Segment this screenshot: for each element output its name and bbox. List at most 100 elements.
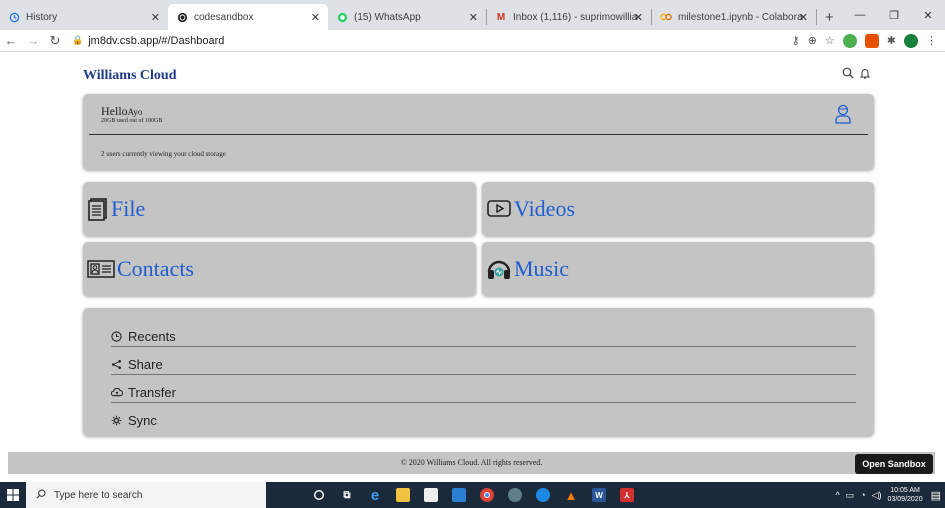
close-window-icon[interactable]: ✕ — [911, 9, 945, 22]
tile-label: Videos — [514, 196, 576, 221]
contacts-icon — [87, 259, 115, 279]
tab-history[interactable]: History ✕ — [0, 4, 168, 30]
forward-icon[interactable]: → — [22, 33, 44, 48]
share-label: Share — [128, 356, 163, 372]
bell-icon[interactable] — [859, 66, 871, 84]
url-text: jm8dv.csb.app/#/Dashboard — [88, 34, 225, 47]
tab-gmail[interactable]: M Inbox (1,116) - suprimowilliams ✕ — [487, 4, 651, 30]
taskbar: Type here to search ⧉ e ▲ W ⅄ ^ ▭ ◔ ◁) 1… — [0, 482, 945, 508]
vlc-icon[interactable]: ▲ — [564, 488, 578, 503]
wifi-icon[interactable]: ◔ — [860, 490, 865, 500]
tile-music[interactable]: Music — [482, 242, 874, 296]
vscode-icon[interactable] — [536, 488, 550, 502]
profile-avatar-icon[interactable] — [904, 33, 918, 48]
puzzle-icon[interactable]: ✱ — [887, 34, 896, 47]
tab-label: codesandbox — [194, 11, 254, 23]
target-icon[interactable]: ⊕ — [808, 34, 817, 47]
recents-item-recents[interactable]: Recents — [111, 322, 858, 350]
gmail-icon: M — [496, 11, 506, 23]
headphones-icon — [486, 257, 512, 281]
sync-label: Sync — [128, 412, 157, 428]
recents-item-transfer[interactable]: Transfer — [111, 378, 858, 406]
tab-codesandbox[interactable]: codesandbox ✕ — [168, 4, 328, 30]
clock-time: 10:05 AM — [890, 487, 920, 494]
store-icon[interactable] — [424, 488, 438, 502]
tile-label: File — [111, 196, 146, 221]
chevron-up-icon[interactable]: ^ — [835, 490, 839, 500]
history-icon — [8, 11, 20, 23]
search-icon[interactable] — [842, 66, 854, 84]
tab-colab[interactable]: milestone1.ipynb - Colaboratory ✕ — [652, 4, 816, 30]
volume-icon[interactable]: ◁) — [872, 490, 882, 501]
star-icon[interactable]: ☆ — [825, 34, 835, 47]
cortana-icon[interactable] — [312, 488, 326, 502]
recents-label: Recents — [128, 328, 176, 344]
tile-videos[interactable]: Videos — [482, 182, 874, 236]
header-icons — [842, 66, 871, 84]
sync-icon — [111, 415, 125, 426]
divider — [89, 134, 868, 135]
acrobat-icon[interactable]: ⅄ — [620, 488, 634, 502]
lock-icon: 🔒 — [72, 35, 84, 45]
colab-icon — [660, 11, 672, 23]
minimize-icon[interactable]: — — [843, 9, 877, 21]
greeting-text: Hello — [101, 104, 128, 118]
back-icon[interactable]: ← — [0, 33, 22, 48]
close-icon[interactable]: ✕ — [151, 11, 160, 24]
notifications-icon[interactable]: ▤ — [931, 489, 941, 502]
close-icon[interactable]: ✕ — [799, 11, 808, 24]
share-icon — [111, 359, 125, 370]
address-bar: ← → ↻ 🔒 jm8dv.csb.app/#/Dashboard ⚷ ⊕ ☆ … — [0, 30, 945, 52]
chrome-icon[interactable] — [480, 488, 494, 502]
tile-contacts[interactable]: Contacts — [83, 242, 476, 296]
reload-icon[interactable]: ↻ — [44, 33, 66, 49]
taskbar-apps: ⧉ e ▲ W ⅄ — [312, 487, 634, 504]
close-icon[interactable]: ✕ — [634, 11, 643, 24]
file-icon — [87, 197, 109, 221]
url-field[interactable]: 🔒 jm8dv.csb.app/#/Dashboard — [72, 35, 224, 47]
word-icon[interactable]: W — [592, 488, 606, 502]
tile-label: Music — [514, 256, 569, 281]
extension-icon[interactable] — [842, 33, 857, 48]
clock-date: 03/09/2020 — [887, 496, 923, 503]
tab-label: Inbox (1,116) - suprimowilliams — [513, 11, 638, 23]
media-icon[interactable] — [508, 488, 522, 502]
footer: © 2020 Williams Cloud. All rights reserv… — [8, 452, 935, 474]
avatar-icon[interactable] — [834, 104, 852, 129]
viewers-text: 2 users currently viewing your cloud sto… — [101, 150, 226, 158]
key-icon[interactable]: ⚷ — [792, 34, 800, 47]
greeting-card: HelloAyo 20GB used out of 100GB 2 users … — [83, 94, 874, 170]
edge-icon[interactable]: e — [368, 487, 382, 504]
video-icon — [486, 198, 512, 220]
close-icon[interactable]: ✕ — [311, 11, 320, 24]
window-controls: — ❐ ✕ — [843, 0, 945, 30]
extension-icon[interactable] — [864, 33, 879, 48]
task-view-icon[interactable]: ⧉ — [340, 488, 354, 502]
maximize-icon[interactable]: ❐ — [877, 9, 911, 22]
file-explorer-icon[interactable] — [396, 488, 410, 502]
recents-card: Recents Share Transfer Sync — [83, 308, 874, 436]
windows-start-icon[interactable] — [0, 482, 26, 508]
brand-title: Williams Cloud — [83, 68, 177, 83]
browser-tab-bar: History ✕ codesandbox ✕ (15) WhatsApp ✕ … — [0, 0, 945, 30]
recents-item-share[interactable]: Share — [111, 350, 858, 378]
tile-file[interactable]: File — [83, 182, 476, 236]
tile-label: Contacts — [117, 256, 194, 281]
whatsapp-icon — [336, 11, 348, 23]
taskbar-search-input[interactable]: Type here to search — [26, 482, 266, 508]
transfer-label: Transfer — [128, 384, 176, 400]
open-sandbox-button[interactable]: Open Sandbox — [855, 454, 933, 474]
menu-icon[interactable]: ⋮ — [926, 34, 937, 47]
tab-whatsapp[interactable]: (15) WhatsApp ✕ — [328, 4, 486, 30]
search-placeholder: Type here to search — [54, 489, 143, 501]
greeting: HelloAyo — [101, 104, 142, 119]
battery-icon[interactable]: ▭ — [846, 490, 855, 501]
new-tab-button[interactable]: + — [825, 4, 834, 30]
mail-icon[interactable] — [452, 488, 466, 502]
search-icon — [36, 489, 46, 502]
recents-item-sync[interactable]: Sync — [111, 406, 858, 434]
tab-separator — [816, 9, 817, 25]
storage-usage: 20GB used out of 100GB — [101, 118, 163, 124]
taskbar-clock[interactable]: 10:05 AM 03/09/2020 — [888, 486, 923, 504]
close-icon[interactable]: ✕ — [469, 11, 478, 24]
